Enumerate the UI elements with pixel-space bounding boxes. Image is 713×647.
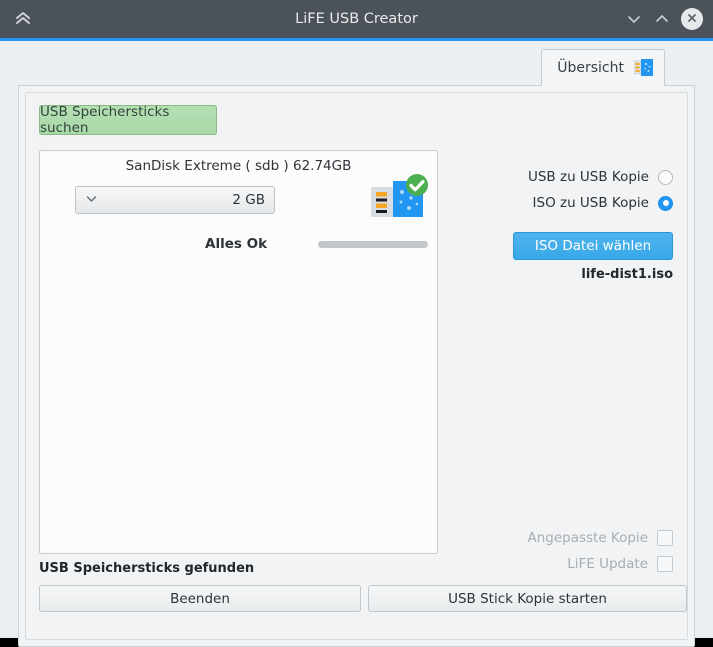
- checkbox-label: Angepasste Kopie: [527, 530, 648, 546]
- progress-bar: [318, 240, 428, 248]
- radio-label: USB zu USB Kopie: [527, 169, 649, 185]
- usb-stick-icon: [633, 59, 653, 76]
- choose-iso-button[interactable]: ISO Datei wählen: [513, 232, 673, 260]
- size-value: 2 GB: [232, 192, 265, 208]
- chevron-up-icon: [654, 11, 670, 27]
- tab-label: Übersicht: [557, 59, 624, 76]
- usb-stick-ok-icon: [365, 173, 433, 225]
- radio-button[interactable]: [658, 169, 673, 185]
- minimize-button[interactable]: [621, 6, 647, 32]
- start-copy-button[interactable]: USB Stick Kopie starten: [368, 585, 687, 612]
- radio-label: ISO zu USB Kopie: [532, 195, 649, 211]
- content-frame-outer: USB Speichersticks suchen SanDisk Extrem…: [18, 85, 695, 647]
- device-status-label: Alles Ok: [205, 236, 268, 252]
- close-button[interactable]: [681, 8, 703, 30]
- radio-usb-to-usb[interactable]: USB zu USB Kopie: [433, 169, 673, 185]
- chevron-down-icon: [626, 11, 642, 27]
- tab-strip: Übersicht: [18, 49, 695, 86]
- radio-iso-to-usb[interactable]: ISO zu USB Kopie: [433, 195, 673, 211]
- checkbox-box[interactable]: [657, 530, 673, 546]
- maximize-button[interactable]: [649, 6, 675, 32]
- checkbox-box[interactable]: [657, 556, 673, 572]
- radio-button[interactable]: [658, 195, 673, 211]
- window-title: LiFE USB Creator: [295, 11, 418, 27]
- device-status-row: Alles Ok: [40, 235, 437, 253]
- tab-uebersicht[interactable]: Übersicht: [541, 49, 665, 86]
- shade-button[interactable]: [0, 9, 46, 29]
- chevron-down-icon: [84, 191, 99, 210]
- scan-usb-button[interactable]: USB Speichersticks suchen: [39, 104, 217, 136]
- window-controls: [621, 6, 713, 32]
- checkbox-life-update[interactable]: LiFE Update: [433, 556, 673, 572]
- device-title: SanDisk Extreme ( sdb ) 62.74GB: [125, 158, 352, 174]
- close-icon: [685, 10, 699, 29]
- checkbox-angepasste-kopie[interactable]: Angepasste Kopie: [433, 530, 673, 546]
- iso-filename: life-dist1.iso: [581, 267, 673, 282]
- found-status-label: USB Speichersticks gefunden: [39, 561, 255, 576]
- size-dropdown[interactable]: 2 GB: [75, 186, 275, 214]
- quit-button[interactable]: Beenden: [39, 585, 361, 612]
- application-window: LiFE USB Creator Übersicht USB Speichers…: [0, 0, 713, 647]
- checkbox-label: LiFE Update: [567, 556, 648, 572]
- device-list-panel[interactable]: SanDisk Extreme ( sdb ) 62.74GB 2 GB All…: [39, 150, 438, 554]
- double-chevron-up-icon: [13, 9, 33, 29]
- content-frame-inner: USB Speichersticks suchen SanDisk Extrem…: [25, 92, 688, 640]
- window-body: Übersicht USB Speichersticks suchen SanD…: [0, 41, 713, 647]
- title-bar: LiFE USB Creator: [0, 0, 713, 41]
